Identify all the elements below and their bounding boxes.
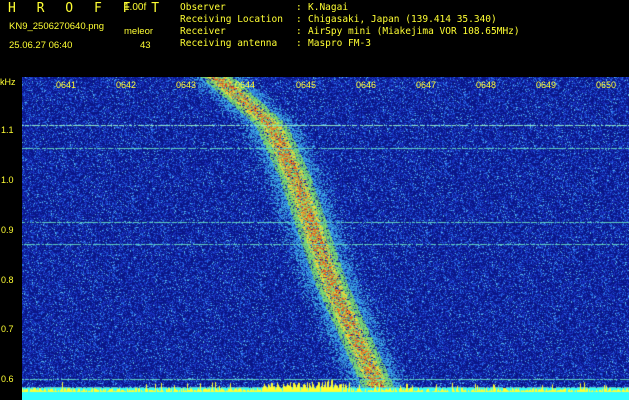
x-tick-label: 0644 [235,80,256,90]
x-tick-label: 0646 [356,80,377,90]
info-key: Observer [180,2,226,13]
x-tick-label: 0642 [116,80,137,90]
x-tick-label: 0648 [476,80,497,90]
info-row-observer: Observer: K.Nagai [180,2,520,14]
meteor-count-value: 43 [140,40,151,51]
meteor-count-label: meleor [124,26,154,37]
x-tick-label: 0650 [596,80,617,90]
info-value: Maspro FM-3 [308,38,371,49]
header: H R O F F T 1.00f KN9_2506270640.png 25.… [0,0,629,76]
y-axis-unit: kHz [0,77,16,87]
info-key: Receiving Location [180,14,283,25]
image-timestamp: 25.06.27 06:40 [9,40,73,51]
info-separator: : [296,2,302,13]
app-version: 1.00f [124,2,147,13]
info-row-receiver: Receiver: AirSpy mini (Miakejima VOR 108.… [180,26,520,38]
y-tick-label: 0.7 [1,324,14,334]
info-value: AirSpy mini (Miakejima VOR 108.65MHz) [308,26,520,37]
spectrogram [22,77,629,400]
image-filename: KN9_2506270640.png [9,21,105,32]
info-key: Receiving antenna [180,38,278,49]
y-tick-label: 1.0 [1,175,14,185]
info-separator: : [296,26,302,37]
x-tick-label: 0645 [296,80,317,90]
x-tick-label: 0647 [416,80,437,90]
info-row-antenna: Receiving antenna: Maspro FM-3 [180,38,520,50]
info-key: Receiver [180,26,226,37]
y-tick-label: 1.1 [1,125,14,135]
info-separator: : [296,38,302,49]
y-tick-label: 0.9 [1,225,14,235]
station-info: Observer: K.Nagai Receiving Location: Chig… [180,2,520,50]
x-tick-label: 0641 [56,80,77,90]
info-value: Chigasaki, Japan (139.414 35.340) [308,14,497,25]
info-value: K.Nagai [308,2,349,13]
spectrogram-canvas [22,77,629,400]
x-tick-label: 0649 [536,80,557,90]
y-tick-label: 0.6 [1,374,14,384]
y-tick-label: 0.8 [1,275,14,285]
info-separator: : [296,14,302,25]
x-tick-label: 0643 [176,80,197,90]
info-row-location: Receiving Location: Chigasaki, Japan (139… [180,14,520,26]
